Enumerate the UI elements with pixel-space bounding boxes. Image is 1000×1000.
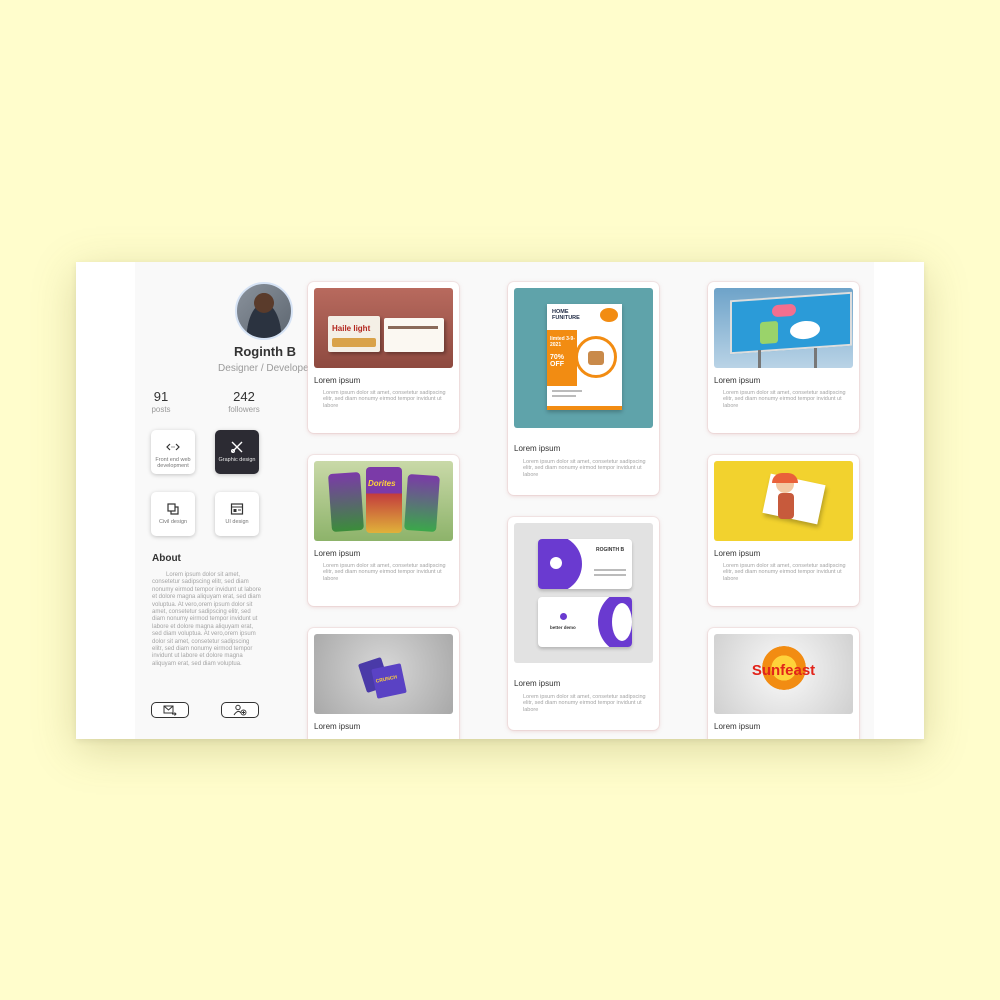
packet-brand-text: Dorites (368, 479, 396, 488)
card-brand-text: better demo (550, 625, 576, 630)
followers-stat[interactable]: 242 followers (214, 389, 274, 414)
card-line (594, 574, 626, 576)
chips-packet-right (404, 473, 440, 533)
sunfeast-logo-text: Sunfeast (751, 662, 816, 679)
flyer-line (552, 390, 582, 392)
billboard-board (730, 291, 852, 355)
skill-label: Civil design (158, 519, 188, 525)
chips-packet-center: Dorites (366, 467, 402, 533)
box-script-line (388, 326, 438, 329)
portfolio-card[interactable]: Haile light Lorem ipsum Lorem ipsum dolo… (308, 282, 459, 433)
window-layout-icon (230, 503, 244, 515)
portfolio-card[interactable]: Lorem ipsum Lorem ipsum dolor sit amet, … (708, 455, 859, 606)
chocolate-bar-front: CRUNCH (371, 663, 407, 699)
billboard-pole (758, 350, 761, 368)
skill-graphic-design[interactable]: Graphic design (215, 430, 259, 474)
card-title: Lorem ipsum (314, 376, 361, 385)
card-logo-mark (550, 557, 562, 569)
billboard-logo (772, 303, 796, 318)
card-title: Lorem ipsum (714, 549, 761, 558)
character-hair (772, 473, 798, 483)
about-heading: About (152, 553, 181, 564)
box-product-band (332, 338, 376, 347)
card-title: Lorem ipsum (514, 679, 561, 688)
profile-name: Roginth B (233, 344, 297, 359)
flyer-badge (600, 308, 618, 322)
message-button[interactable] (151, 702, 189, 718)
character-body (778, 493, 794, 519)
skill-label: UI design (225, 519, 249, 525)
design-tools-icon (231, 441, 243, 453)
business-card-back: better demo (538, 597, 632, 647)
about-text: Lorem ipsum dolor sit amet, consetetur s… (152, 572, 262, 667)
card-title: Lorem ipsum (714, 376, 761, 385)
flyer-image: HOME FUNITURE limted 3-9-2021 70% OFF (514, 288, 653, 428)
card-title: Lorem ipsum (314, 722, 361, 731)
card-dot (560, 613, 567, 620)
box-brand-text: Haile light (332, 324, 371, 333)
chocolate-image: CRUNCH (314, 634, 453, 714)
portfolio-canvas: Roginth B Designer / Developer 91 posts … (135, 262, 874, 739)
card-name-text: ROGINTH B (596, 547, 625, 553)
card-description: Lorem ipsum dolor sit amet, consetetur s… (523, 459, 646, 478)
flyer-footer-bar (547, 406, 622, 410)
followers-label: followers (228, 405, 260, 414)
followers-count: 242 (233, 389, 255, 404)
card-title: Lorem ipsum (714, 722, 761, 731)
flyer-discount: 70% OFF (550, 354, 565, 368)
card-description: Lorem ipsum dolor sit amet, consetetur s… (323, 390, 446, 409)
card-description: Lorem ipsum dolor sit amet, consetetur s… (323, 563, 446, 582)
skill-ui-design[interactable]: UI design (215, 492, 259, 536)
business-card-image: ROGINTH B better demo (514, 523, 653, 663)
card-description: Lorem ipsum dolor sit amet, consetetur s… (723, 563, 846, 582)
skill-civil-design[interactable]: Civil design (151, 492, 195, 536)
skill-label: Front end web development (155, 457, 191, 469)
billboard-product (760, 320, 778, 345)
card-white-arc (612, 603, 632, 641)
card-title: Lorem ipsum (314, 549, 361, 558)
chips-image: Dorites (314, 461, 453, 541)
business-card-front: ROGINTH B (538, 539, 632, 589)
card-description: Lorem ipsum dolor sit amet, consetetur s… (723, 390, 846, 409)
follow-button[interactable] (221, 702, 259, 718)
posts-count: 91 (153, 389, 169, 404)
flyer-date: limted 3-9-2021 (550, 336, 576, 348)
flyer-line (552, 395, 576, 397)
flyer-chair-circle (575, 336, 617, 378)
illustration-image (714, 461, 853, 541)
flyer-orange-band: limted 3-9-2021 70% OFF (547, 330, 577, 386)
portfolio-card[interactable]: CRUNCH Lorem ipsum (308, 628, 459, 739)
mail-send-icon (163, 705, 177, 716)
flyer-paper: HOME FUNITURE limted 3-9-2021 70% OFF (547, 304, 622, 410)
layers-icon (167, 503, 179, 515)
avatar (235, 282, 293, 340)
biscuit-box-side (384, 318, 444, 352)
card-title: Lorem ipsum (514, 444, 561, 453)
billboard-pole (814, 348, 817, 368)
billboard-cloud (790, 319, 820, 341)
biscuit-box-image: Haile light (314, 288, 453, 368)
card-line (594, 569, 626, 571)
billboard-image (714, 288, 853, 368)
biscuit-box-front: Haile light (328, 316, 380, 352)
posts-label: posts (151, 405, 171, 414)
portfolio-card[interactable]: ROGINTH B better demo Lorem ipsum Lorem … (508, 517, 659, 730)
chips-packet-left (328, 471, 364, 533)
portfolio-card[interactable]: Sunfeast Lorem ipsum (708, 628, 859, 739)
skill-label: Graphic design (218, 457, 256, 463)
chocolate-brand-text: CRUNCH (375, 674, 398, 685)
portfolio-card[interactable]: Dorites Lorem ipsum Lorem ipsum dolor si… (308, 455, 459, 606)
flyer-heading: HOME FUNITURE (552, 309, 580, 321)
chair-shape (588, 351, 604, 365)
posts-stat[interactable]: 91 posts (131, 389, 191, 414)
code-icon (166, 443, 180, 451)
card-description: Lorem ipsum dolor sit amet, consetetur s… (523, 694, 646, 713)
sunfeast-image: Sunfeast (714, 634, 853, 714)
skill-front-end[interactable]: Front end web development (151, 430, 195, 474)
add-user-icon (233, 704, 247, 716)
portfolio-card[interactable]: Lorem ipsum Lorem ipsum dolor sit amet, … (708, 282, 859, 433)
portfolio-card[interactable]: HOME FUNITURE limted 3-9-2021 70% OFF Lo… (508, 282, 659, 495)
browser-frame: Roginth B Designer / Developer 91 posts … (76, 262, 924, 739)
